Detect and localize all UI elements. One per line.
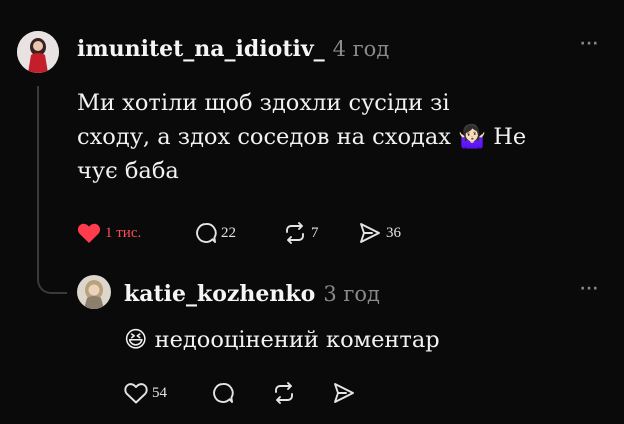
comment-bubble-icon — [195, 222, 217, 244]
comment-button[interactable]: 22 — [195, 222, 236, 244]
repost-icon — [272, 382, 296, 404]
comment-text: Ми хотіли щоб здохли сусіди зі сходу, а … — [77, 90, 527, 184]
reply-text: 😆 недооцінений коментар — [124, 327, 440, 353]
reply-more-options-icon[interactable]: ··· — [580, 281, 599, 297]
reply-share-button[interactable] — [332, 382, 356, 404]
comment-bubble-icon — [212, 382, 234, 404]
reply-repost-button[interactable] — [272, 382, 296, 404]
timestamp: 4 год — [332, 37, 390, 61]
comment-count: 22 — [221, 224, 236, 241]
heart-filled-icon — [77, 222, 101, 244]
like-button[interactable]: 1 тис. — [77, 222, 141, 244]
reply-like-count: 54 — [152, 384, 167, 401]
send-icon — [358, 222, 382, 244]
send-icon — [332, 382, 356, 404]
reply-timestamp: 3 год — [323, 282, 380, 306]
reply-like-button[interactable]: 54 — [124, 382, 167, 404]
heart-outline-icon — [124, 382, 148, 404]
reply-comment-button[interactable] — [212, 382, 234, 404]
share-count: 36 — [386, 224, 401, 241]
share-button[interactable]: 36 — [358, 222, 401, 244]
thread-line — [37, 86, 39, 268]
like-count: 1 тис. — [105, 224, 142, 241]
reply-header: katie_kozhenko 3 год — [124, 281, 380, 307]
repost-icon — [283, 222, 307, 244]
username[interactable]: imunitet_na_idiotiv_ — [77, 36, 325, 62]
shrug-emoji: 🤷🏻‍♀️ — [458, 124, 487, 150]
reply-avatar[interactable] — [77, 275, 111, 309]
reply-username[interactable]: katie_kozhenko — [124, 281, 315, 307]
avatar[interactable] — [17, 31, 59, 73]
repost-count: 7 — [311, 224, 319, 241]
comment-header: imunitet_na_idiotiv_ 4 год — [77, 36, 389, 62]
laughing-emoji: 😆 — [124, 327, 148, 353]
repost-button[interactable]: 7 — [283, 222, 319, 244]
reply-connector — [37, 262, 67, 294]
more-options-icon[interactable]: ··· — [580, 36, 599, 52]
